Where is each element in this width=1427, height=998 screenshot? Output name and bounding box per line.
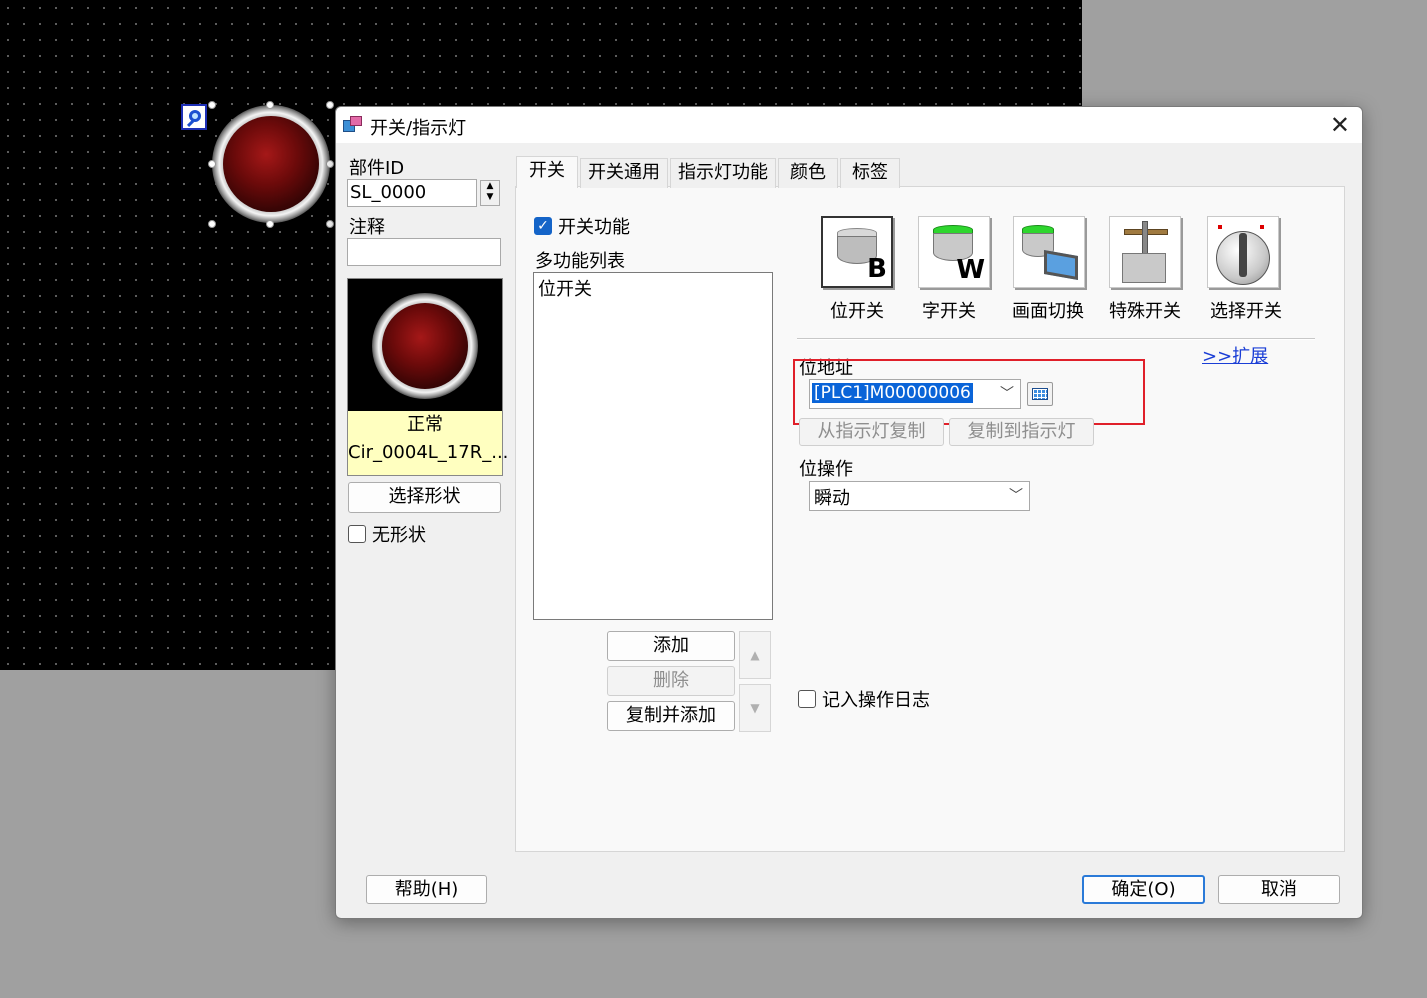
switch-function-label: 开关功能 bbox=[558, 217, 630, 238]
tab-switch-common[interactable]: 开关通用 bbox=[580, 158, 668, 188]
help-button[interactable]: 帮助(H) bbox=[366, 875, 487, 904]
lamp-core bbox=[223, 116, 319, 212]
bit-operation-value: 瞬动 bbox=[814, 488, 850, 509]
screen-change-icon[interactable] bbox=[1013, 216, 1085, 288]
preview-lamp-image bbox=[372, 293, 478, 399]
preview-caption: 正常 Cir_0004L_17R_... bbox=[348, 411, 509, 475]
close-icon[interactable]: ✕ bbox=[1330, 111, 1350, 139]
resize-handle[interactable] bbox=[266, 220, 274, 228]
part-id-spinner[interactable]: ▲ ▼ bbox=[480, 180, 500, 206]
no-shape-checkbox[interactable] bbox=[348, 525, 366, 543]
highlight-box bbox=[793, 359, 1145, 425]
selector-switch-icon[interactable] bbox=[1207, 216, 1279, 288]
multi-function-list-label: 多功能列表 bbox=[535, 251, 625, 272]
resize-handle[interactable] bbox=[326, 220, 334, 228]
resize-handle[interactable] bbox=[326, 160, 334, 168]
resize-handle[interactable] bbox=[326, 101, 334, 109]
switch-function-checkbox[interactable]: ✓ bbox=[534, 217, 552, 235]
ok-button[interactable]: 确定(O) bbox=[1082, 875, 1205, 904]
log-operation-label: 记入操作日志 bbox=[822, 690, 930, 711]
chevron-down-icon[interactable]: ﹀ bbox=[1009, 482, 1023, 510]
special-switch-label: 特殊开关 bbox=[1109, 301, 1181, 322]
tab-label[interactable]: 标签 bbox=[840, 158, 900, 188]
tab-lamp-function[interactable]: 指示灯功能 bbox=[670, 158, 776, 188]
add-button[interactable]: 添加 bbox=[607, 631, 735, 661]
divider bbox=[797, 338, 1315, 340]
move-up-button[interactable]: ▲ bbox=[739, 631, 771, 679]
part-id-label: 部件ID bbox=[349, 158, 405, 179]
comment-field[interactable] bbox=[347, 238, 501, 266]
preview-shape-name: Cir_0004L_17R_... bbox=[348, 442, 509, 463]
resize-handle[interactable] bbox=[208, 101, 216, 109]
resize-handle[interactable] bbox=[208, 160, 216, 168]
magnifier-handle bbox=[186, 119, 195, 128]
select-shape-button[interactable]: 选择形状 bbox=[348, 482, 501, 513]
screen-change-label: 画面切换 bbox=[1012, 301, 1084, 322]
list-item[interactable]: 位开关 bbox=[534, 273, 772, 303]
selector-switch-label: 选择开关 bbox=[1210, 301, 1282, 322]
zoom-icon[interactable] bbox=[181, 104, 207, 130]
bit-operation-select[interactable]: 瞬动 ﹀ bbox=[809, 481, 1030, 511]
part-id-value: SL_0000 bbox=[350, 182, 427, 203]
tab-color[interactable]: 颜色 bbox=[778, 158, 838, 188]
delete-button[interactable]: 删除 bbox=[607, 666, 735, 696]
copy-and-add-button[interactable]: 复制并添加 bbox=[607, 701, 735, 731]
comment-label: 注释 bbox=[349, 217, 385, 238]
bit-operation-label: 位操作 bbox=[799, 459, 853, 480]
bit-switch-icon[interactable]: B bbox=[821, 216, 893, 288]
resize-handle[interactable] bbox=[266, 101, 274, 109]
dialog-titlebar[interactable]: 开关/指示灯 ✕ bbox=[336, 107, 1362, 143]
copy-to-lamp-button[interactable]: 复制到指示灯 bbox=[949, 418, 1094, 446]
bit-switch-label: 位开关 bbox=[830, 301, 884, 322]
part-id-field[interactable]: SL_0000 bbox=[347, 179, 477, 207]
bit-switch-letter: B bbox=[867, 254, 887, 284]
dialog-title: 开关/指示灯 bbox=[370, 118, 467, 139]
word-switch-letter: W bbox=[956, 255, 985, 285]
word-switch-label: 字开关 bbox=[922, 301, 976, 322]
copy-from-lamp-button[interactable]: 从指示灯复制 bbox=[799, 418, 944, 446]
tab-switch[interactable]: 开关 bbox=[516, 156, 578, 188]
shape-preview: 正常 Cir_0004L_17R_... bbox=[347, 278, 509, 476]
cancel-button[interactable]: 取消 bbox=[1218, 875, 1340, 904]
canvas-lamp-part[interactable] bbox=[212, 105, 330, 223]
dialog-app-icon bbox=[343, 116, 363, 134]
log-operation-checkbox[interactable] bbox=[798, 690, 816, 708]
no-shape-label: 无形状 bbox=[372, 525, 426, 546]
word-switch-icon[interactable]: W bbox=[918, 216, 990, 288]
expand-link[interactable]: >>扩展 bbox=[1202, 342, 1268, 368]
preview-state: 正常 bbox=[407, 414, 443, 435]
move-down-button[interactable]: ▼ bbox=[739, 684, 771, 732]
multi-function-list[interactable]: 位开关 bbox=[533, 272, 773, 620]
resize-handle[interactable] bbox=[208, 220, 216, 228]
special-switch-icon[interactable] bbox=[1109, 216, 1181, 288]
